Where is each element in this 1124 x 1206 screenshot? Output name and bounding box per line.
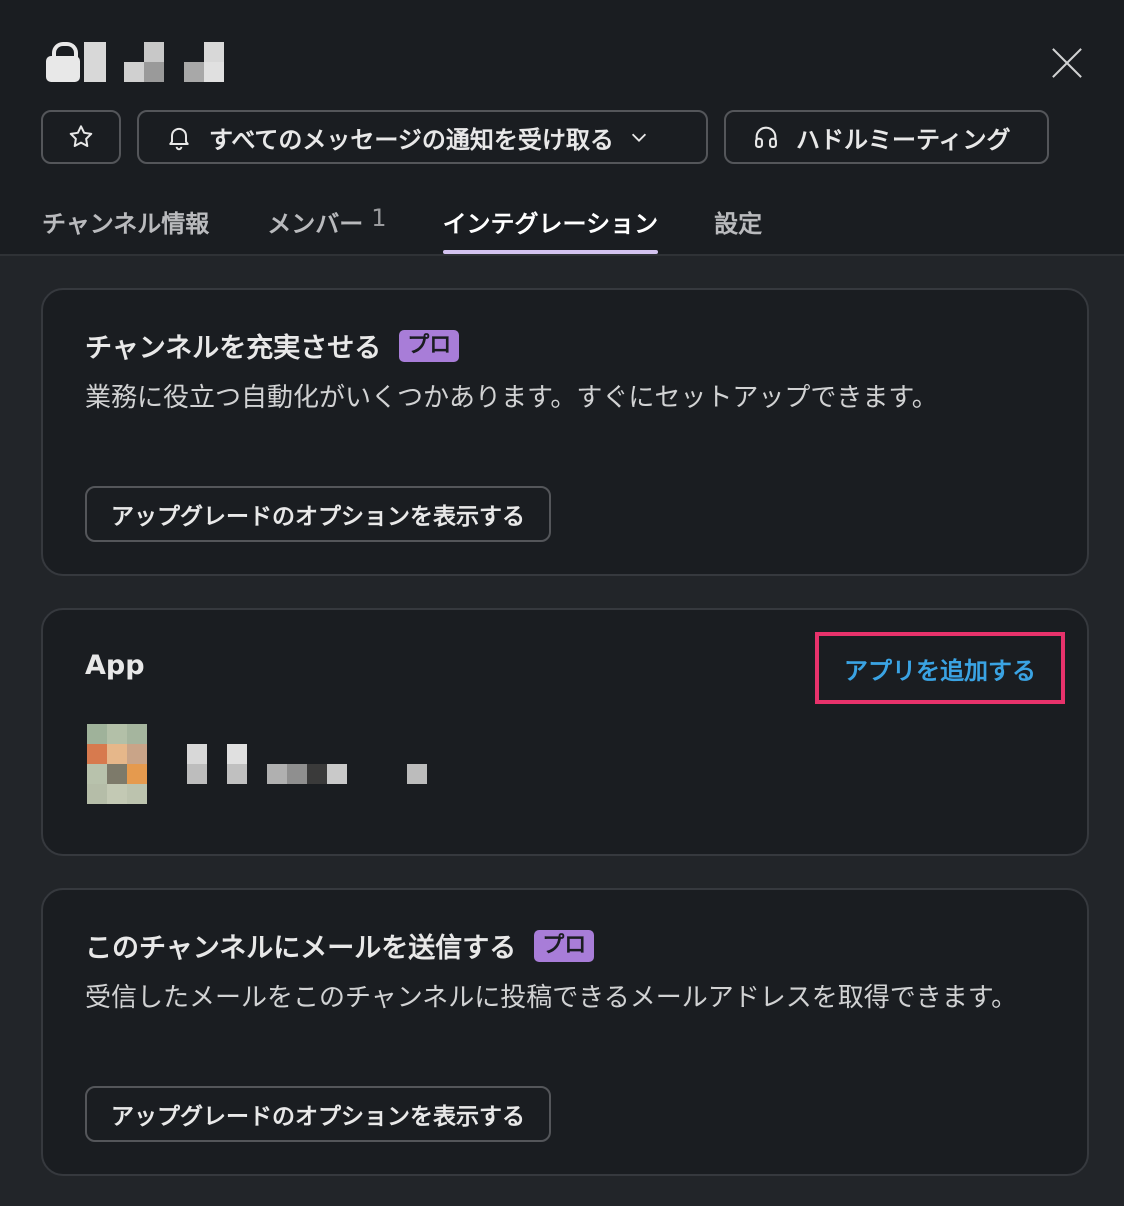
add-app-link[interactable]: アプリを追加する — [844, 651, 1036, 686]
tab-channel-info[interactable]: チャンネル情報 — [42, 196, 209, 254]
apps-card: App アプリを追加する — [41, 608, 1089, 856]
tab-label: チャンネル情報 — [42, 210, 210, 238]
enrich-title: チャンネルを充実させる — [85, 333, 382, 364]
tab-members[interactable]: メンバー 1 — [267, 196, 386, 254]
enrich-description: 業務に役立つ自動化がいくつかあります。すぐにセットアップできます。 — [85, 383, 938, 413]
apps-label: App — [85, 650, 145, 681]
notification-settings-button[interactable]: すべてのメッセージの通知を受け取る — [137, 110, 708, 164]
channel-action-buttons: すべてのメッセージの通知を受け取る ハドルミーティング — [41, 110, 1049, 164]
pro-badge: プロ — [534, 929, 595, 962]
add-app-highlight: アプリを追加する — [815, 632, 1065, 704]
tab-label: メンバー — [267, 210, 364, 238]
app-name-redacted[interactable] — [187, 744, 437, 784]
enrich-channel-card: チャンネルを充実させる プロ 業務に役立つ自動化がいくつかあります。すぐにセット… — [41, 288, 1089, 576]
headphones-icon — [752, 123, 780, 151]
view-upgrade-options-button[interactable]: アップグレードのオプションを表示する — [85, 1086, 551, 1142]
member-count: 1 — [371, 204, 387, 232]
email-channel-card: このチャンネルにメールを送信する プロ 受信したメールをこのチャンネルに投稿でき… — [41, 888, 1089, 1176]
integrations-panel: チャンネルを充実させる プロ 業務に役立つ自動化がいくつかあります。すぐにセット… — [0, 256, 1124, 1206]
pro-badge: プロ — [399, 329, 460, 362]
channel-tabs: チャンネル情報 メンバー 1 インテグレーション 設定 — [42, 196, 762, 254]
close-icon[interactable] — [1050, 46, 1084, 80]
lock-icon — [46, 42, 80, 82]
channel-title — [46, 36, 224, 88]
view-upgrade-options-button[interactable]: アップグレードのオプションを表示する — [85, 486, 551, 542]
bell-icon — [165, 123, 193, 151]
huddle-button[interactable]: ハドルミーティング — [724, 110, 1049, 164]
tab-label: 設定 — [714, 210, 763, 238]
channel-header: すべてのメッセージの通知を受け取る ハドルミーティング チャンネル情報 メンバー… — [0, 0, 1124, 256]
huddle-label: ハドルミーティング — [796, 125, 1011, 154]
star-button[interactable] — [41, 110, 121, 164]
chevron-down-icon — [628, 126, 650, 148]
tab-integrations[interactable]: インテグレーション — [442, 196, 659, 254]
email-description: 受信したメールをこのチャンネルに投稿できるメールアドレスを取得できます。 — [85, 983, 1018, 1013]
notification-settings-label: すべてのメッセージの通知を受け取る — [209, 125, 614, 154]
star-icon — [69, 125, 93, 147]
app-avatar[interactable] — [87, 724, 147, 804]
channel-name-redacted — [82, 42, 224, 82]
email-title: このチャンネルにメールを送信する — [85, 933, 517, 964]
tab-settings[interactable]: 設定 — [714, 196, 762, 254]
card-title: チャンネルを充実させる プロ — [85, 326, 460, 365]
tab-label: インテグレーション — [442, 210, 659, 238]
card-title: このチャンネルにメールを送信する プロ — [85, 926, 595, 965]
